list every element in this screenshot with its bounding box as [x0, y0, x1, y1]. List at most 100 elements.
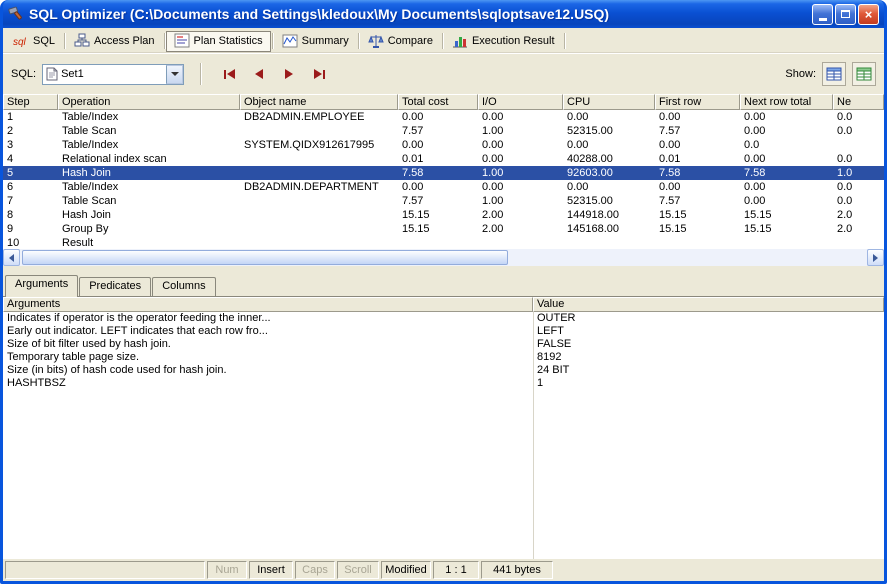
scrollbar-thumb[interactable] — [22, 250, 508, 265]
cell-ne: 2.0 — [833, 222, 884, 236]
tab-compare[interactable]: Compare — [360, 31, 441, 52]
previous-record-button[interactable] — [247, 63, 271, 85]
cell-object-name — [240, 222, 398, 236]
cell-step: 7 — [3, 194, 58, 208]
cell-cpu: 40288.00 — [563, 152, 655, 166]
panel-divider — [3, 266, 884, 274]
tab-sql[interactable]: sql SQL — [5, 31, 63, 52]
column-header-arguments[interactable]: Arguments — [3, 297, 533, 312]
tab-plan-statistics[interactable]: Plan Statistics — [166, 31, 271, 52]
tab-access-plan[interactable]: Access Plan — [66, 31, 163, 52]
tab-predicates[interactable]: Predicates — [79, 277, 151, 296]
cell-ne: 0.0 — [833, 180, 884, 194]
cell-io: 0.00 — [478, 180, 563, 194]
cell-step: 4 — [3, 152, 58, 166]
cell-ne: 0.0 — [833, 110, 884, 124]
cell-operation: Hash Join — [58, 166, 240, 180]
cell-step: 8 — [3, 208, 58, 222]
minimize-button[interactable] — [812, 4, 833, 25]
tab-separator — [272, 33, 273, 49]
summary-icon — [282, 33, 298, 49]
app-window: SQL Optimizer (C:\Documents and Settings… — [0, 0, 887, 584]
column-header-step[interactable]: Step — [3, 94, 58, 110]
tab-label: Access Plan — [94, 35, 155, 47]
cell-io — [478, 236, 563, 249]
cell-total-cost: 15.15 — [398, 222, 478, 236]
column-header-first-row[interactable]: First row — [655, 94, 740, 110]
column-header-operation[interactable]: Operation — [58, 94, 240, 110]
plan-row[interactable]: 7 Table Scan 7.57 1.00 52315.00 7.57 0.0… — [3, 194, 884, 208]
cell-value: OUTER — [533, 312, 884, 325]
cell-ne — [833, 138, 884, 152]
cell-cpu: 0.00 — [563, 180, 655, 194]
column-header-next-row-total[interactable]: Next row total — [740, 94, 833, 110]
plan-row[interactable]: 3 Table/Index SYSTEM.QIDX912617995 0.00 … — [3, 138, 884, 152]
detail-row[interactable]: Size (in bits) of hash code used for has… — [3, 364, 884, 377]
scroll-right-button[interactable] — [867, 249, 884, 266]
cell-argument: Early out indicator. LEFT indicates that… — [3, 325, 533, 338]
cell-step: 2 — [3, 124, 58, 138]
status-scroll-lock: Scroll — [337, 561, 379, 579]
cell-object-name: SYSTEM.QIDX912617995 — [240, 138, 398, 152]
column-header-cpu[interactable]: CPU — [563, 94, 655, 110]
plan-row[interactable]: 8 Hash Join 15.15 2.00 144918.00 15.15 1… — [3, 208, 884, 222]
plan-row[interactable]: 2 Table Scan 7.57 1.00 52315.00 7.57 0.0… — [3, 124, 884, 138]
plan-row[interactable]: 6 Table/Index DB2ADMIN.DEPARTMENT 0.00 0… — [3, 180, 884, 194]
column-header-io[interactable]: I/O — [478, 94, 563, 110]
status-caps-lock: Caps — [295, 561, 335, 579]
detail-row[interactable]: Early out indicator. LEFT indicates that… — [3, 325, 884, 338]
first-record-button[interactable] — [217, 63, 241, 85]
plan-row[interactable]: 5 Hash Join 7.58 1.00 92603.00 7.58 7.58… — [3, 166, 884, 180]
show-chart-button[interactable] — [852, 62, 876, 86]
combobox-dropdown-button[interactable] — [166, 65, 183, 84]
sql-set-combobox[interactable]: Set1 — [42, 64, 184, 85]
detail-row[interactable]: Temporary table page size. 8192 — [3, 351, 884, 364]
last-record-button[interactable] — [307, 63, 331, 85]
plan-row[interactable]: 4 Relational index scan 0.01 0.00 40288.… — [3, 152, 884, 166]
cell-total-cost: 7.57 — [398, 124, 478, 138]
plan-row[interactable]: 10 Result — [3, 236, 884, 249]
toolbar: SQL: Set1 Show: — [3, 54, 884, 94]
cell-next-row-total: 0.00 — [740, 124, 833, 138]
detail-row[interactable]: Indicates if operator is the operator fe… — [3, 312, 884, 325]
cell-step: 1 — [3, 110, 58, 124]
scroll-left-button[interactable] — [3, 249, 20, 266]
cell-ne: 2.0 — [833, 208, 884, 222]
column-header-total-cost[interactable]: Total cost — [398, 94, 478, 110]
detail-row[interactable]: HASHTBSZ 1 — [3, 377, 884, 390]
scrollbar-track[interactable] — [20, 249, 867, 266]
cell-operation: Group By — [58, 222, 240, 236]
tab-columns[interactable]: Columns — [152, 277, 215, 296]
tab-summary[interactable]: Summary — [274, 31, 357, 52]
cell-value: FALSE — [533, 338, 884, 351]
horizontal-scrollbar[interactable] — [3, 249, 884, 266]
column-header-ne[interactable]: Ne — [833, 94, 884, 110]
detail-grid-body: Indicates if operator is the operator fe… — [3, 312, 884, 559]
tab-separator — [442, 33, 443, 49]
cell-total-cost: 0.00 — [398, 180, 478, 194]
maximize-button[interactable] — [835, 4, 856, 25]
column-header-value[interactable]: Value — [533, 297, 884, 312]
cell-io: 0.00 — [478, 138, 563, 152]
show-table-button[interactable] — [822, 62, 846, 86]
column-header-object-name[interactable]: Object name — [240, 94, 398, 110]
cell-total-cost: 0.00 — [398, 110, 478, 124]
sql-icon: sql — [13, 34, 29, 48]
cell-next-row-total: 0.00 — [740, 194, 833, 208]
detail-row[interactable]: Size of bit filter used by hash join. FA… — [3, 338, 884, 351]
tab-execution-result[interactable]: Execution Result — [444, 31, 563, 52]
plan-row[interactable]: 1 Table/Index DB2ADMIN.EMPLOYEE 0.00 0.0… — [3, 110, 884, 124]
next-record-button[interactable] — [277, 63, 301, 85]
cell-io: 1.00 — [478, 194, 563, 208]
cell-next-row-total: 0.00 — [740, 110, 833, 124]
close-button[interactable]: × — [858, 4, 879, 25]
cell-cpu: 52315.00 — [563, 194, 655, 208]
plan-row[interactable]: 9 Group By 15.15 2.00 145168.00 15.15 15… — [3, 222, 884, 236]
cell-ne: 0.0 — [833, 152, 884, 166]
tab-arguments[interactable]: Arguments — [5, 275, 78, 297]
tab-separator — [64, 33, 65, 49]
cell-first-row: 15.15 — [655, 222, 740, 236]
cell-step: 3 — [3, 138, 58, 152]
title-bar[interactable]: SQL Optimizer (C:\Documents and Settings… — [3, 0, 884, 28]
cell-first-row: 15.15 — [655, 208, 740, 222]
